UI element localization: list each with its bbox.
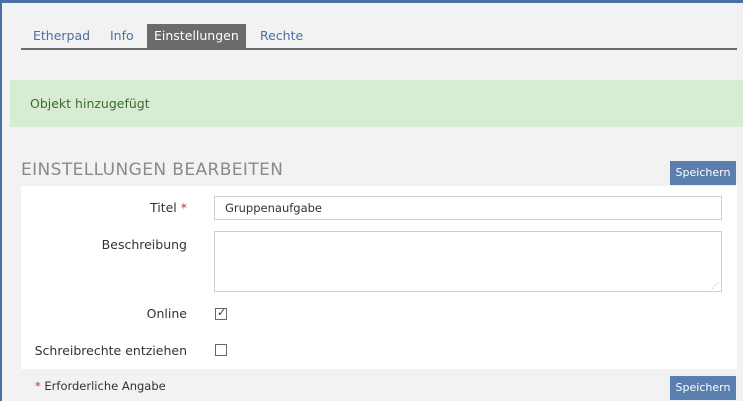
checkmark-icon: ✓ — [217, 306, 227, 319]
success-alert: Objekt hinzugefügt — [10, 80, 743, 127]
required-marker: * — [180, 200, 187, 215]
window-left-border — [0, 0, 2, 401]
tab-einstellungen[interactable]: Einstellungen — [147, 24, 246, 48]
tab-info[interactable]: Info — [103, 24, 141, 48]
required-note-marker: * — [35, 379, 41, 393]
description-textarea[interactable]: ⋰ — [214, 231, 722, 292]
online-checkbox[interactable]: ✓ — [215, 306, 227, 320]
title-label-text: Titel — [149, 200, 177, 215]
required-note: * Erforderliche Angabe — [35, 379, 166, 393]
save-button-bottom[interactable]: Speichern — [670, 376, 736, 400]
save-button-top[interactable]: Speichern — [670, 161, 736, 185]
resize-grip-icon[interactable]: ⋰ — [711, 282, 719, 290]
alert-message: Objekt hinzugefügt — [30, 96, 150, 111]
title-input[interactable]: Gruppenaufgabe — [214, 196, 722, 220]
window-top-border — [0, 0, 743, 3]
revoke-write-label: Schreibrechte entziehen — [34, 343, 187, 358]
tab-rechte[interactable]: Rechte — [253, 24, 310, 48]
title-label: Titel * — [150, 200, 187, 215]
settings-form: Titel * Gruppenaufgabe Beschreibung ⋰ On… — [21, 186, 737, 369]
tab-bar: Etherpad Info Einstellungen Rechte — [21, 24, 737, 50]
revoke-write-checkbox[interactable] — [215, 344, 227, 356]
required-note-text: Erforderliche Angabe — [44, 379, 166, 393]
description-label: Beschreibung — [101, 237, 187, 252]
tab-etherpad[interactable]: Etherpad — [26, 24, 97, 48]
online-label: Online — [146, 306, 187, 321]
section-title: EINSTELLUNGEN BEARBEITEN — [21, 160, 284, 180]
